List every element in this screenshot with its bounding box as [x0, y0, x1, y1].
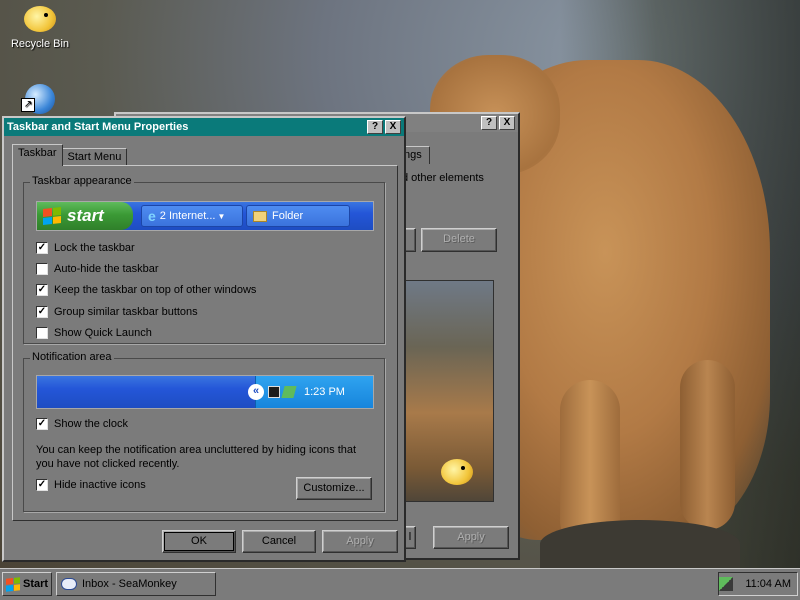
notification-area-group: Notification area « 1:23 PM ✓ Show the c…	[23, 351, 385, 512]
ok-button[interactable]: OK	[162, 530, 236, 553]
checkbox[interactable]: ✓	[36, 479, 48, 491]
preview-start-button: start	[37, 202, 133, 230]
preview-clock: 1:23 PM	[304, 386, 345, 398]
start-button[interactable]: Start	[2, 572, 52, 596]
tab-taskbar[interactable]: Taskbar	[12, 144, 63, 166]
chevron-left-icon: «	[248, 384, 264, 400]
tray-clock[interactable]: 11:04 AM	[745, 578, 791, 590]
wallpaper-rock	[540, 520, 740, 568]
customize-button[interactable]: Customize...	[296, 477, 372, 500]
dropdown-arrow-icon: ▼	[217, 211, 226, 221]
seamonkey-mail-icon	[61, 578, 77, 590]
checkbox[interactable]: ✓	[36, 418, 48, 430]
notification-description: You can keep the notification area unclu…	[36, 444, 357, 470]
system-tray: 11:04 AM	[718, 572, 798, 596]
close-button[interactable]: X	[385, 120, 401, 134]
preview-fish-icon	[441, 459, 473, 485]
lock-taskbar-label: Lock the taskbar	[54, 242, 135, 254]
dialog-titlebar[interactable]: Taskbar and Start Menu Properties ? X	[4, 118, 404, 136]
recycle-bin-label: Recycle Bin	[10, 38, 70, 50]
background-apply-button[interactable]: Apply	[433, 526, 509, 549]
taskbar: Start Inbox - SeaMonkey 11:04 AM	[0, 568, 800, 600]
folder-icon	[253, 210, 267, 222]
group-buttons-label: Group similar taskbar buttons	[54, 306, 198, 318]
dialog-tabs: Taskbar Start Menu	[12, 144, 128, 166]
network-icon	[281, 386, 297, 398]
preview-start-label: start	[67, 206, 104, 225]
taskbar-properties-dialog[interactable]: Taskbar and Start Menu Properties ? X Ta…	[2, 116, 406, 562]
shortcut-desktop-icon[interactable]	[0, 84, 80, 114]
preview-task-folder: Folder	[246, 205, 350, 227]
start-label: Start	[23, 578, 49, 590]
network-tray-icon[interactable]	[719, 577, 734, 591]
wallpaper-cougar-leg	[680, 360, 735, 530]
browser-shortcut-icon	[21, 84, 55, 114]
close-button[interactable]: X	[499, 116, 515, 130]
windows-flag-icon	[6, 576, 20, 592]
checkbox[interactable]: ✓	[36, 242, 48, 254]
recycle-bin-desktop-icon[interactable]: Recycle Bin	[0, 4, 80, 50]
checkbox[interactable]: ✓	[36, 306, 48, 318]
lock-taskbar-checkbox[interactable]: ✓ Lock the taskbar	[36, 240, 135, 256]
show-clock-label: Show the clock	[54, 418, 128, 430]
preview-task-internet: e 2 Internet... ▼	[141, 205, 243, 227]
quick-launch-checkbox[interactable]: Show Quick Launch	[36, 325, 152, 341]
taskbar-appearance-group: Taskbar appearance start e 2 Internet...…	[23, 175, 385, 344]
dialog-title: Taskbar and Start Menu Properties	[7, 121, 189, 133]
background-tab-label: ngs	[404, 149, 422, 161]
background-text: d other elements	[402, 172, 484, 184]
help-button[interactable]: ?	[367, 120, 383, 134]
preview-task-internet-label: 2 Internet...	[159, 210, 216, 222]
recycle-bin-icon	[24, 6, 56, 32]
computer-icon	[268, 386, 280, 398]
background-preview-image	[404, 280, 494, 502]
cancel-button[interactable]: Cancel	[242, 530, 316, 553]
taskbar-appearance-legend: Taskbar appearance	[30, 175, 134, 187]
taskbar-preview: start e 2 Internet... ▼ Folder	[36, 201, 374, 231]
auto-hide-checkbox[interactable]: Auto-hide the taskbar	[36, 261, 159, 277]
auto-hide-label: Auto-hide the taskbar	[54, 263, 159, 275]
keep-on-top-label: Keep the taskbar on top of other windows	[54, 284, 257, 296]
windows-flag-icon	[43, 207, 61, 225]
delete-button[interactable]: Delete	[421, 228, 497, 252]
help-button[interactable]: ?	[481, 116, 497, 130]
taskbar-item-seamonkey[interactable]: Inbox - SeaMonkey	[56, 572, 216, 596]
notification-area-legend: Notification area	[30, 351, 114, 363]
tab-start-menu[interactable]: Start Menu	[61, 148, 128, 166]
internet-explorer-icon: e	[148, 208, 156, 224]
checkbox[interactable]	[36, 327, 48, 339]
notification-preview: « 1:23 PM	[36, 375, 374, 409]
apply-button[interactable]: Apply	[322, 530, 398, 553]
quick-launch-label: Show Quick Launch	[54, 327, 152, 339]
checkbox[interactable]: ✓	[36, 284, 48, 296]
preview-task-folder-label: Folder	[272, 210, 304, 222]
keep-on-top-checkbox[interactable]: ✓ Keep the taskbar on top of other windo…	[36, 282, 256, 298]
show-clock-checkbox[interactable]: ✓ Show the clock	[36, 416, 128, 432]
hide-inactive-checkbox[interactable]: ✓ Hide inactive icons	[36, 477, 146, 493]
taskbar-tab-panel: Taskbar appearance start e 2 Internet...…	[12, 165, 398, 521]
hide-inactive-label: Hide inactive icons	[54, 479, 146, 491]
group-buttons-checkbox[interactable]: ✓ Group similar taskbar buttons	[36, 304, 198, 320]
notification-tray-preview: « 1:23 PM	[248, 376, 373, 408]
checkbox[interactable]	[36, 263, 48, 275]
taskbar-item-label: Inbox - SeaMonkey	[82, 578, 177, 590]
